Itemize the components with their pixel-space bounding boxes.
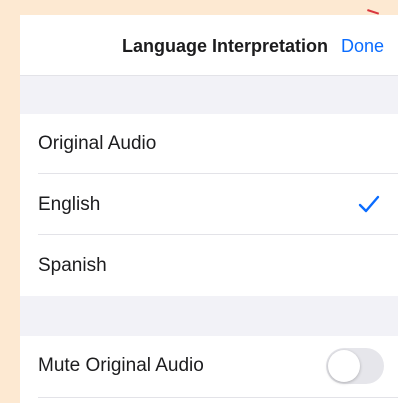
language-option-original-audio[interactable]: Original Audio [20,114,398,174]
section-spacer [20,296,398,336]
mute-original-audio-row: Mute Original Audio [20,336,398,396]
row-divider [38,173,398,174]
section-spacer [20,76,398,114]
language-interpretation-sheet: Language Interpretation Done Original Au… [20,5,398,403]
language-option-label: Spanish [38,255,107,276]
language-option-label: English [38,194,101,215]
language-option-spanish[interactable]: Spanish [20,236,398,296]
page-title: Language Interpretation [121,36,328,56]
navigation-bar: Language Interpretation Done [20,15,398,76]
checkmark-icon [358,195,380,213]
mute-original-audio-toggle[interactable] [326,348,384,384]
status-strip [20,5,398,15]
toggle-knob [328,350,360,382]
mute-original-audio-label: Mute Original Audio [38,355,204,376]
done-button[interactable]: Done [341,36,384,57]
row-divider [38,234,398,235]
language-option-english[interactable]: English [20,175,398,235]
row-divider [38,397,398,398]
language-option-label: Original Audio [38,133,157,154]
